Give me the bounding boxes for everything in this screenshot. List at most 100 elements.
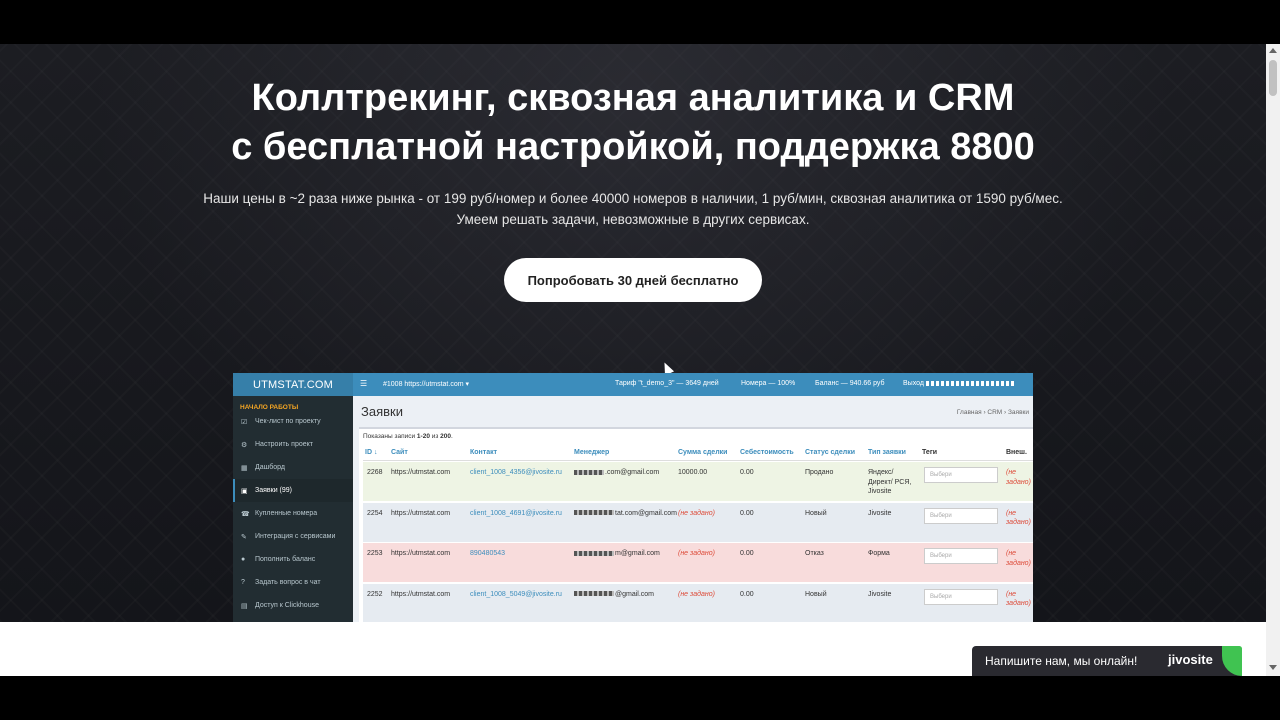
column-header[interactable]: Сумма сделки [678,449,727,456]
sidebar-item-label: Купленные номера [255,510,318,517]
cell-external: (не задано) [1006,469,1031,486]
cell-manager-email: tat.com@gmail.com [615,509,677,517]
leads-box: Показаны записи 1-20 из 200. ID ↓ Сайт Кон… [359,427,1033,622]
sidebar-item-label: Настроить проект [255,441,313,448]
scrollbar-thumb[interactable] [1269,60,1277,96]
app-main: Заявки Главная › CRM › Заявки Показаны з… [353,396,1033,622]
sidebar-item-icon: ? [241,579,245,586]
sidebar-item[interactable]: ? Задать вопрос в чат [233,571,353,594]
column-header[interactable]: Контакт [470,449,497,456]
cell-type: Яндекс/ Директ/ РСЯ, Jivosite [868,469,912,495]
cell-status: Отказ [805,550,824,557]
sidebar-item-icon: ▦ [241,464,248,472]
project-selector: #1008 https://utmstat.com ▾ [383,381,469,388]
sidebar-item-icon: ▤ [241,602,248,610]
cell-type: Jivosite [868,590,892,598]
cell-contact-link[interactable]: client_1008_4691@jivosite.ru [470,509,562,519]
cell-sum: (не задано) [678,590,715,598]
numbers-info: Номера — 100% [741,380,796,387]
sidebar-item[interactable]: ☎ Купленные номера [233,502,353,525]
cell-id: 2268 [367,469,383,476]
cell-site: https://utmstat.com [391,550,451,557]
try-free-button[interactable]: Попробовать 30 дней бесплатно [504,258,762,302]
tags-select[interactable]: Выбери [924,548,998,564]
column-header[interactable]: Менеджер [574,449,609,456]
cell-status: Продано [805,469,834,476]
top-letterbox [0,0,1280,44]
column-header[interactable]: ID ↓ [365,449,377,456]
balance-info: Баланс — 940.66 руб [815,380,885,387]
redacted-manager [574,591,614,597]
column-header: Внеш. [1006,449,1027,456]
column-header[interactable]: Тип заявки [868,449,906,456]
column-header[interactable]: Себестоимость [740,449,794,456]
bottom-letterbox [0,676,1280,720]
hero-section: Коллтрекинг, сквозная аналитика и CRM с … [0,44,1266,622]
records-shown-range: 1-20 [416,433,430,440]
page-scrollbar[interactable] [1266,44,1280,676]
sidebar-item-label: Интеграция с сервисами [255,533,336,540]
table-row[interactable]: 2253 https://utmstat.com 890480543 m@gmail.… [363,543,1033,583]
records-shown-total: 200 [440,433,452,440]
sidebar-item[interactable]: ● Пополнить баланс [233,548,353,571]
cell-id: 2252 [367,590,383,598]
records-shown-prefix: Показаны записи [363,433,417,440]
sidebar-item-icon: ⚙ [241,441,248,449]
cell-cost: 0.00 [740,550,754,557]
cell-site: https://utmstat.com [391,509,451,517]
sidebar-item-label: Заявки (99) [255,487,292,494]
column-header[interactable]: Сайт [391,449,408,456]
browser-viewport: Коллтрекинг, сквозная аналитика и CRM с … [0,44,1266,676]
table-row[interactable]: 2252 https://utmstat.com client_1008_5049@… [363,583,1033,622]
sidebar-item-label: Пополнить баланс [255,556,316,563]
table-row[interactable]: 2254 https://utmstat.com client_1008_4691@… [363,502,1033,543]
hero-subtitle-line-1: Наши цены в ~2 раза ниже рынка - от 199 … [203,191,1063,206]
tags-select[interactable]: Выбери [924,507,998,524]
cell-status: Новый [805,509,827,517]
cell-manager-email: .com@gmail.com [605,469,660,476]
tariff-info: Тариф "t_demo_3" — 3649 дней [615,380,719,387]
tags-select[interactable]: Выбери [924,467,998,483]
sidebar-item[interactable]: ⚙ Настроить проект [233,433,353,456]
sidebar-item-icon: ▣ [241,487,248,495]
table-row[interactable]: 2268 https://utmstat.com client_1008_4356@… [363,462,1033,502]
hero-title-line-1: Коллтрекинг, сквозная аналитика и CRM [251,77,1015,119]
cell-type: Jivosite [868,509,892,517]
sidebar-item-label: Чек-лист по проекту [255,418,321,425]
redacted-manager [574,510,614,516]
cell-contact-link[interactable]: 890480543 [470,549,505,559]
hero-subtitle: Наши цены в ~2 раза ниже рынка - от 199 … [0,188,1266,230]
cell-cost: 0.00 [740,469,754,476]
cell-manager: .com@gmail.com [574,468,659,478]
table-header: ID ↓ Сайт Контакт Менеджер Сумма сделки Себес… [363,445,1033,461]
sidebar-item[interactable]: ☑ Чек-лист по проекту [233,410,353,433]
product-screenshot: UTMSTAT.COM ☰ #1008 https://utmstat.com … [233,373,1033,622]
hero-subtitle-line-2: Умеем решать задачи, невозможные в други… [456,212,810,227]
cell-manager: m@gmail.com [574,549,660,559]
redacted-manager [574,469,604,475]
cell-type: Форма [868,550,890,557]
sidebar-item[interactable]: ▤ Доступ к Clickhouse [233,594,353,617]
sidebar-item-label: Доступ к Clickhouse [255,602,319,609]
column-header[interactable]: Статус сделки [805,449,855,456]
cell-manager-email: m@gmail.com [615,550,660,557]
tags-select[interactable]: Выбери [924,588,998,605]
logout-link: Выход [903,380,1017,387]
cell-contact-link[interactable]: client_1008_5049@jivosite.ru [470,590,562,600]
records-shown: Показаны записи 1-20 из 200. [363,433,453,440]
cell-contact-link[interactable]: client_1008_4356@jivosite.ru [470,468,562,478]
cell-sum: (не задано) [678,509,715,517]
scroll-up-arrow-icon[interactable] [1269,48,1277,53]
hero-title-line-2: с бесплатной настройкой, поддержка 8800 [231,126,1035,168]
scroll-down-arrow-icon[interactable] [1269,665,1277,670]
sidebar-item[interactable]: ✎ Интеграция с сервисами [233,525,353,548]
cell-id: 2253 [367,550,383,557]
sidebar-item[interactable]: ▦ Дашборд [233,456,353,479]
page-title: Заявки [361,404,403,419]
sidebar-item[interactable]: ▣ Заявки (99) [233,479,353,502]
breadcrumb: Главная › CRM › Заявки [956,409,1029,416]
chat-widget-text: Напишите нам, мы онлайн! [985,654,1138,668]
hero-title: Коллтрекинг, сквозная аналитика и CRM с … [0,74,1266,172]
cell-manager: @gmail.com [574,590,654,600]
logout-label: Выход [903,380,924,387]
